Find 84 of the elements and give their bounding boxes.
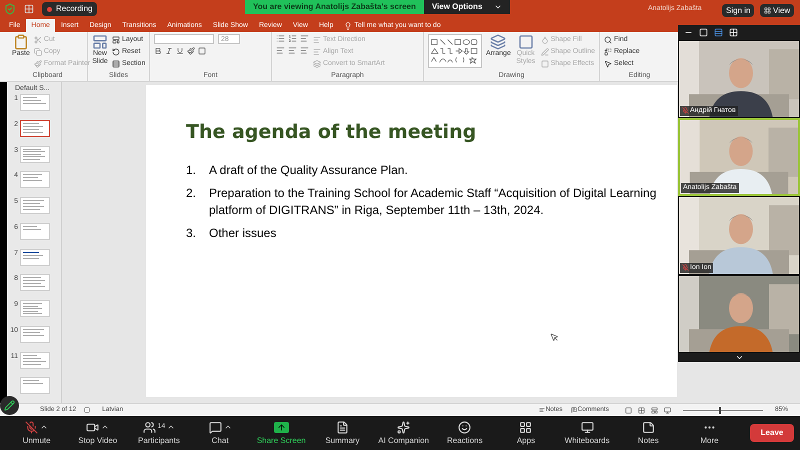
indent-icon[interactable] xyxy=(300,34,309,43)
toolbar-button[interactable]: Stop Video xyxy=(67,419,128,447)
ribbon-icon xyxy=(313,36,321,44)
caret-icon[interactable] xyxy=(40,423,48,431)
toolbar-button[interactable]: Share Screen xyxy=(250,419,312,447)
view-options-button[interactable]: View Options xyxy=(424,0,510,14)
ribbon-icon xyxy=(490,34,506,50)
ribbon-icon xyxy=(604,60,612,68)
bullets-icon[interactable] xyxy=(276,34,285,43)
toolbar-icon xyxy=(208,420,222,434)
leave-button[interactable]: Leave xyxy=(750,424,794,442)
slide-title: The agenda of the meeting xyxy=(186,120,478,144)
ribbon-icon xyxy=(34,48,42,56)
toolbar-icon xyxy=(580,420,594,434)
ribbon-icon xyxy=(313,60,321,68)
toolbar-button[interactable]: Reactions xyxy=(434,419,496,447)
toolbar-button[interactable]: AI Companion xyxy=(373,419,434,447)
grid-icon[interactable] xyxy=(24,4,34,14)
sorter-view-icon[interactable] xyxy=(638,406,645,414)
caret-icon[interactable] xyxy=(101,423,110,431)
recording-indicator[interactable]: Recording xyxy=(42,2,98,16)
toolbar-icon xyxy=(519,420,532,434)
font-name-field[interactable] xyxy=(154,34,214,44)
sign-in-button[interactable]: Sign in xyxy=(722,4,754,17)
caret-icon xyxy=(494,3,502,11)
caret-icon[interactable] xyxy=(167,423,176,431)
toolbar-button[interactable]: Summary xyxy=(312,419,374,447)
sharing-banner: You are viewing Anatolijs Zabašta's screen xyxy=(245,0,424,14)
toolbar-icon xyxy=(86,420,100,434)
ribbon-icon xyxy=(92,34,108,50)
grid-icon xyxy=(764,7,771,14)
ribbon-icon xyxy=(313,48,321,56)
toolbar-button[interactable]: Whiteboards xyxy=(556,419,618,447)
justify-icon[interactable] xyxy=(300,46,309,55)
toolbar-icon xyxy=(642,420,655,434)
caret-icon[interactable] xyxy=(224,423,232,431)
ribbon-icon xyxy=(112,36,120,44)
list-number: 2. xyxy=(186,185,198,202)
share-icon xyxy=(274,422,289,432)
toolbar-button[interactable]: Apps xyxy=(495,419,557,447)
toolbar-icon xyxy=(336,420,349,434)
italic-icon[interactable] xyxy=(165,47,173,55)
ribbon-icon xyxy=(112,60,120,68)
list-number: 3. xyxy=(186,225,198,242)
pencil-icon xyxy=(4,400,15,411)
toolbar-icon xyxy=(25,420,38,434)
agenda-item: Preparation to the Training School for Academic Staff “Acquisition of Digital Learning platform of DIGITRANS” in Riga, September 11th – 13th, 2024. xyxy=(209,185,658,219)
ribbon-icon xyxy=(540,48,549,56)
normal-view-icon[interactable] xyxy=(624,406,632,414)
shapes-gallery-drawing[interactable] xyxy=(428,34,482,68)
ribbon-icon xyxy=(34,60,42,68)
ribbon-icon xyxy=(604,36,612,44)
ribbon-icon xyxy=(540,60,549,68)
underline-icon[interactable] xyxy=(176,47,184,55)
toolbar-button[interactable]: More xyxy=(678,419,740,447)
ribbon-icon xyxy=(518,34,534,50)
list-number: 1. xyxy=(186,162,198,179)
toolbar-button[interactable]: Chat xyxy=(190,419,251,447)
zoom-slider-thumb[interactable] xyxy=(718,406,721,414)
bold-icon[interactable] xyxy=(154,47,162,55)
ribbon-icon xyxy=(12,34,29,50)
align-center-icon[interactable] xyxy=(288,46,297,55)
slideshow-icon[interactable] xyxy=(664,406,671,414)
agenda-item: A draft of the Quality Assurance Plan. xyxy=(209,162,408,179)
view-button[interactable]: View xyxy=(760,4,794,17)
ribbon-icon xyxy=(604,48,612,56)
notes-icon xyxy=(538,407,545,413)
toolbar-icon xyxy=(458,420,472,434)
cursor-icon xyxy=(550,333,559,342)
slide-thumbnail[interactable] xyxy=(20,120,50,137)
text-color-icon[interactable] xyxy=(187,47,195,55)
align-left-icon[interactable] xyxy=(276,46,285,55)
lightbulb-icon xyxy=(344,22,352,30)
ribbon-icon xyxy=(34,36,42,44)
ribbon-icon xyxy=(540,36,549,44)
agenda-item: Other issues xyxy=(209,225,276,242)
toolbar-button[interactable]: Notes xyxy=(618,419,679,447)
reading-view-icon[interactable] xyxy=(650,406,658,414)
numbering-icon[interactable] xyxy=(288,34,297,43)
toolbar-button[interactable]: Unmute xyxy=(6,419,68,447)
toolbar-icon xyxy=(397,420,410,434)
ribbon-icon xyxy=(112,48,120,56)
toolbar-icon xyxy=(142,420,156,434)
comment-icon xyxy=(570,407,577,413)
